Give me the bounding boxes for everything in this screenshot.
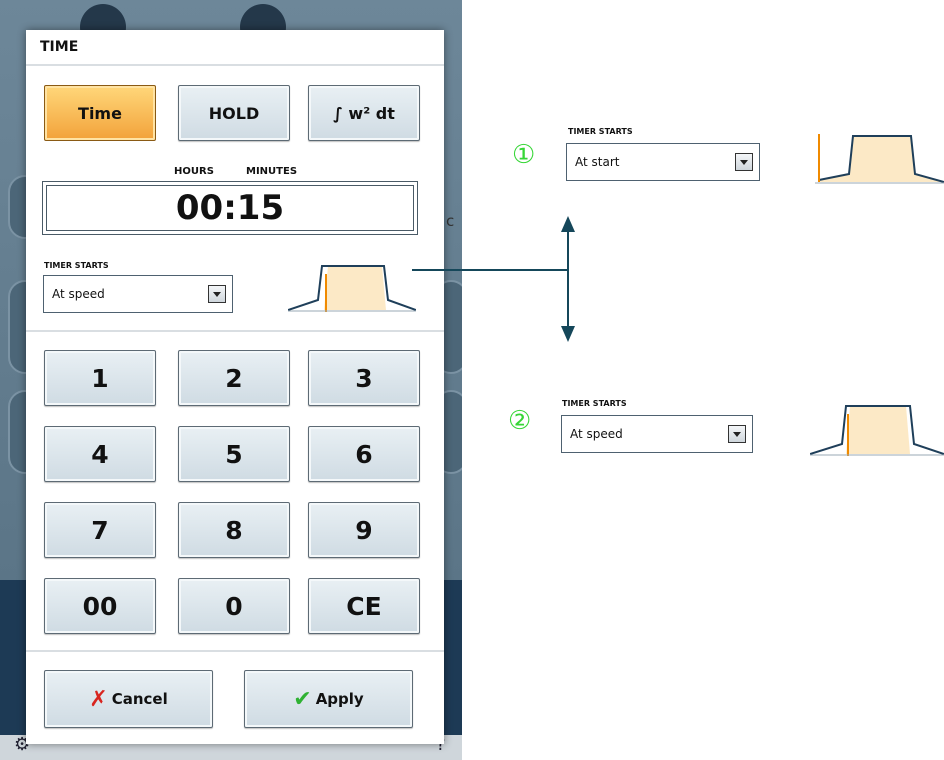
- option-2-select: At speed: [561, 415, 753, 453]
- dropdown-arrow-icon: [728, 425, 746, 443]
- speed-profile-at-speed-icon: [810, 405, 944, 456]
- dropdown-arrow-icon: [735, 153, 753, 171]
- option-2-number: ②: [508, 406, 532, 436]
- option-1-select: At start: [566, 143, 760, 181]
- speed-profile-at-start-icon: [815, 134, 944, 184]
- option-1-number: ①: [512, 140, 536, 170]
- option-1-value: At start: [575, 155, 620, 169]
- option-2-value: At speed: [570, 427, 623, 441]
- option-1-timer-starts-label: TIMER STARTS: [568, 127, 633, 136]
- option-2-timer-starts-label: TIMER STARTS: [562, 399, 627, 408]
- connector-arrows: [412, 216, 575, 342]
